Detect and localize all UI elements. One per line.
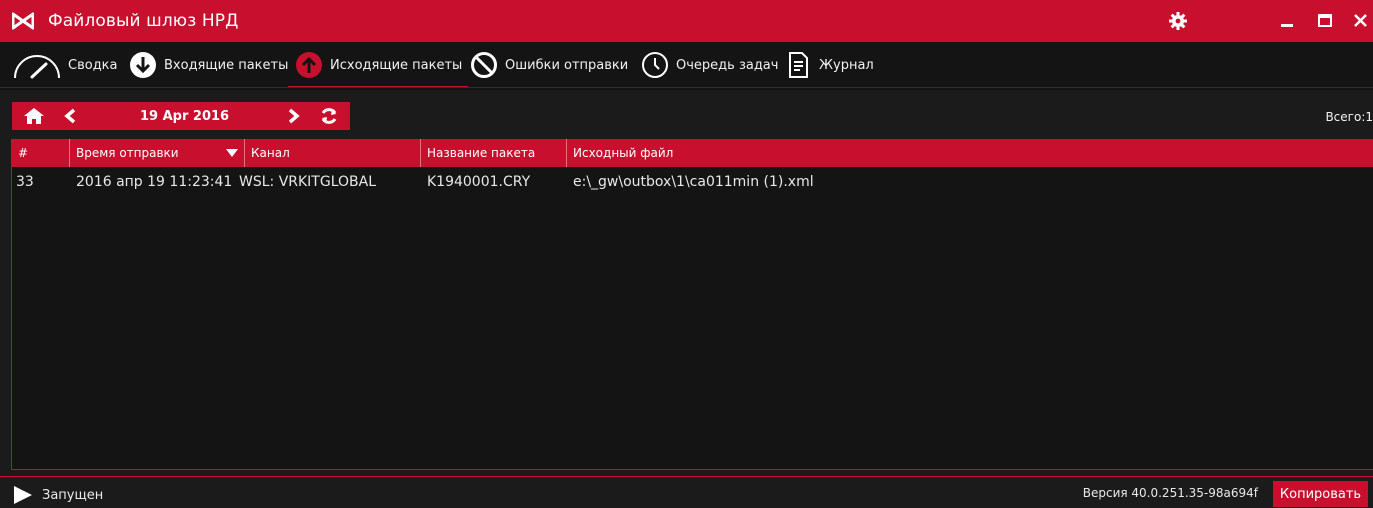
chevron-left-icon <box>64 108 76 124</box>
column-channel[interactable]: Канал <box>245 139 421 167</box>
status-text: Запущен <box>42 487 104 503</box>
play-icon[interactable] <box>14 486 32 504</box>
tab-summary[interactable]: Сводка <box>12 50 118 80</box>
column-number[interactable]: # <box>12 139 70 167</box>
app-logo-icon <box>12 12 34 30</box>
date-navigator: 19 Apr 2016 <box>12 102 350 130</box>
footer-divider <box>0 476 1373 477</box>
tab-bar-divider <box>0 87 1373 88</box>
prohibited-icon <box>471 52 497 78</box>
service-status: Запущен <box>14 486 103 504</box>
chevron-right-icon <box>288 108 300 124</box>
close-icon[interactable] <box>1350 11 1372 31</box>
cell-package-name: K1940001.CRY <box>427 174 531 190</box>
speedometer-icon <box>14 55 60 79</box>
tab-journal[interactable]: Журнал <box>783 50 874 80</box>
cell-send-time: 2016 апр 19 11:23:41 <box>76 174 233 190</box>
version-label: Версия 40.0.251.35-98a694f <box>1082 486 1258 500</box>
gear-icon[interactable] <box>1168 11 1188 31</box>
packages-table: # Время отправки Канал Название пакета И… <box>11 139 1373 470</box>
tab-incoming[interactable]: Входящие пакеты <box>128 50 288 80</box>
column-source-file[interactable]: Исходный файл <box>567 139 1373 167</box>
home-button[interactable] <box>22 102 46 130</box>
arrow-down-circle-icon <box>130 52 156 78</box>
tab-bar: Сводка Входящие пакеты Исходящие пакеты … <box>0 42 1373 90</box>
tab-task-queue[interactable]: Очередь задач <box>640 50 778 80</box>
refresh-icon <box>321 108 337 124</box>
document-icon <box>789 52 808 78</box>
cell-channel: WSL: VRKITGLOBAL <box>239 174 377 190</box>
cell-number: 33 <box>16 174 34 190</box>
next-date-button[interactable] <box>286 102 302 130</box>
minimize-icon[interactable] <box>1276 11 1298 31</box>
previous-date-button[interactable] <box>62 102 78 130</box>
table-row[interactable]: 33 2016 апр 19 11:23:41 WSL: VRKITGLOBAL… <box>12 171 1373 193</box>
total-count: Всего:1 <box>1325 110 1373 124</box>
arrow-up-circle-icon <box>296 52 322 78</box>
column-send-time[interactable]: Время отправки <box>70 139 245 167</box>
tab-outgoing[interactable]: Исходящие пакеты <box>287 50 469 88</box>
copy-button[interactable]: Копировать <box>1273 481 1368 507</box>
column-send-time-label: Время отправки <box>76 146 179 160</box>
current-date[interactable]: 19 Apr 2016 <box>122 102 252 130</box>
column-package-name[interactable]: Название пакета <box>421 139 567 167</box>
window-title: Файловый шлюз НРД <box>48 11 239 31</box>
clock-icon <box>642 52 668 78</box>
home-icon <box>24 108 44 124</box>
maximize-icon[interactable] <box>1314 11 1336 31</box>
tab-send-errors[interactable]: Ошибки отправки <box>469 50 628 80</box>
cell-source-file: e:\_gw\outbox\1\ca011min (1).xml <box>573 174 814 190</box>
title-bar: Файловый шлюз НРД <box>0 0 1373 42</box>
table-header: # Время отправки Канал Название пакета И… <box>12 139 1373 167</box>
refresh-button[interactable] <box>318 102 340 130</box>
sort-descending-icon <box>226 149 238 157</box>
